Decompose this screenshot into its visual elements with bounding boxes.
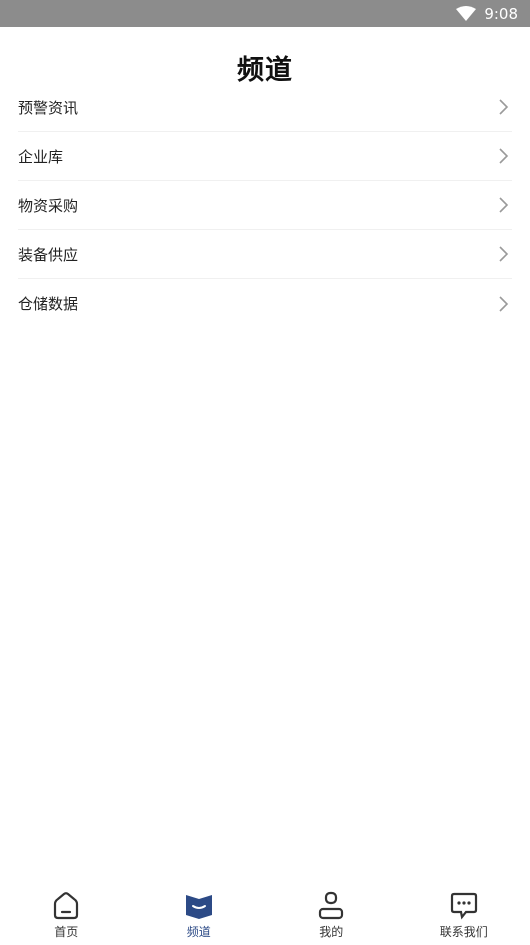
menu-item-warning-news[interactable]: 预警资讯 bbox=[18, 83, 512, 132]
menu-item-label: 物资采购 bbox=[18, 196, 79, 215]
chevron-right-icon bbox=[498, 295, 510, 313]
wifi-icon bbox=[456, 5, 477, 22]
menu-item-label: 装备供应 bbox=[18, 245, 79, 264]
status-bar: 9:08 bbox=[0, 0, 530, 27]
tab-label: 首页 bbox=[54, 925, 79, 939]
tab-label: 我的 bbox=[319, 925, 344, 939]
tab-label: 频道 bbox=[186, 925, 211, 939]
chevron-right-icon bbox=[498, 196, 510, 214]
tab-contact-us[interactable]: 联系我们 bbox=[398, 887, 530, 945]
chevron-right-icon bbox=[498, 98, 510, 116]
tab-home[interactable]: 首页 bbox=[0, 887, 133, 945]
tab-label: 联系我们 bbox=[439, 925, 488, 939]
menu-item-enterprise-library[interactable]: 企业库 bbox=[18, 132, 512, 181]
home-icon bbox=[51, 891, 81, 921]
menu-item-material-procurement[interactable]: 物资采购 bbox=[18, 181, 512, 230]
page-title: 频道 bbox=[237, 55, 293, 86]
menu-item-label: 仓储数据 bbox=[18, 295, 79, 313]
status-time: 9:08 bbox=[484, 4, 518, 23]
book-icon bbox=[184, 891, 214, 921]
chat-icon bbox=[449, 891, 479, 921]
menu-item-label: 预警资讯 bbox=[18, 98, 79, 117]
menu-item-warehouse-data[interactable]: 仓储数据 bbox=[18, 279, 512, 328]
menu-item-equipment-supply[interactable]: 装备供应 bbox=[18, 230, 512, 279]
menu-item-label: 企业库 bbox=[18, 147, 64, 166]
tab-channel[interactable]: 频道 bbox=[133, 887, 266, 945]
chevron-right-icon bbox=[498, 147, 510, 165]
channel-list: 预警资讯 企业库 物资采购 装备供应 仓储数据 bbox=[0, 83, 530, 328]
user-icon bbox=[316, 891, 346, 921]
tab-mine[interactable]: 我的 bbox=[265, 887, 398, 945]
chevron-right-icon bbox=[498, 245, 510, 263]
bottom-tab-bar: 首页 频道 我的 联系我们 bbox=[0, 887, 530, 945]
